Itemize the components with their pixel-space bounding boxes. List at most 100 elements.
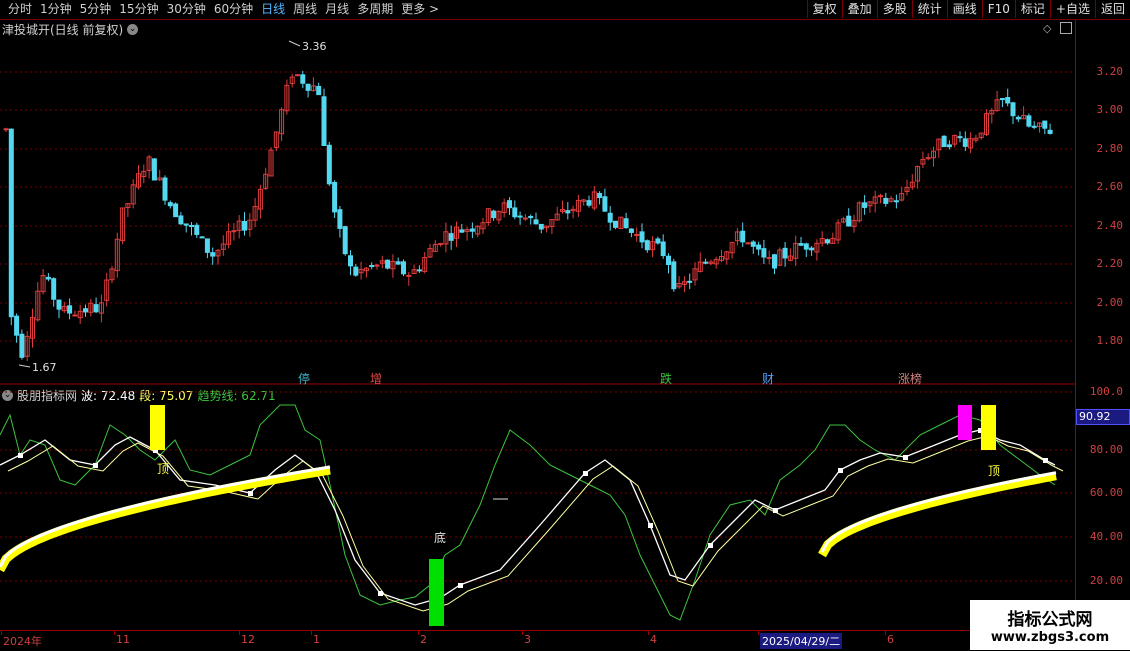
candle-body	[72, 314, 78, 317]
period-tab[interactable]: 15分钟	[115, 2, 162, 17]
date-tick	[114, 631, 115, 635]
candle-body	[750, 241, 756, 247]
tool-button[interactable]: F10	[981, 0, 1015, 18]
current-value-badge: 90.92	[1076, 409, 1130, 425]
price-tick-label: 2.40	[1096, 219, 1124, 232]
tool-button[interactable]: 统计	[911, 0, 947, 18]
tool-button[interactable]: +自选	[1049, 0, 1095, 18]
wave-node	[1043, 458, 1048, 463]
period-tab[interactable]: 月线	[321, 2, 353, 17]
top-marker-label: 顶	[988, 464, 1000, 478]
candle-body	[878, 195, 883, 198]
period-tab[interactable]: 多周期	[353, 2, 397, 17]
candle-body	[1010, 102, 1016, 117]
indicator-chart[interactable]: 顶 顶底	[0, 385, 1130, 630]
candle-body	[597, 192, 603, 199]
price-tick-label: 1.80	[1096, 334, 1124, 347]
tool-button[interactable]: 画线	[946, 0, 982, 18]
date-tick-label: 2	[420, 633, 427, 646]
period-tab[interactable]: 周线	[289, 2, 321, 17]
date-tick-label: 12	[241, 633, 255, 646]
period-tab[interactable]: 日线	[257, 2, 289, 17]
candle-body	[528, 215, 534, 219]
watermark-logo: 指标公式网 www.zbgs3.com	[970, 600, 1130, 650]
period-tab[interactable]: 30分钟	[163, 2, 210, 17]
date-tick	[418, 631, 419, 635]
bottom-marker-label: 底	[434, 530, 446, 545]
date-tick	[311, 631, 312, 635]
candle-body	[56, 299, 62, 310]
tool-button[interactable]: 标记	[1014, 0, 1050, 18]
candle-body	[194, 224, 200, 235]
trend-band-right	[818, 471, 1057, 558]
candle-body	[167, 202, 173, 207]
candle-body	[782, 247, 788, 259]
candle-body	[803, 243, 809, 250]
candle-body	[660, 241, 666, 257]
tool-button[interactable]: 复权	[806, 0, 842, 18]
candle-body	[385, 259, 391, 269]
date-axis: 2024年 11 12 1 2 3 4 2025/04/29/二 6	[0, 630, 1075, 651]
candle-body	[491, 210, 497, 219]
wave-node	[773, 508, 778, 513]
candle-body	[395, 261, 401, 265]
indicator-tick-label: 20.00	[1089, 574, 1123, 587]
indicator-tick-label: 80.00	[1089, 443, 1123, 456]
candle-body	[533, 219, 539, 225]
candle-body	[83, 308, 88, 313]
candle-body	[14, 315, 20, 336]
wave-node	[248, 491, 253, 496]
high-pointer	[288, 40, 301, 47]
candle-body	[300, 74, 306, 84]
candle-body	[469, 228, 475, 232]
candle-body	[756, 244, 762, 250]
wave-node	[903, 455, 908, 460]
candle-body	[1026, 115, 1032, 127]
candle-body	[374, 264, 380, 267]
tool-button[interactable]: 多股	[876, 0, 912, 18]
wave-node	[458, 583, 463, 588]
candle-body	[369, 265, 375, 268]
date-tick	[522, 631, 523, 635]
period-tab[interactable]: 60分钟	[210, 2, 257, 17]
tool-button[interactable]: 叠加	[841, 0, 877, 18]
tool-button[interactable]: 返回	[1094, 0, 1130, 18]
candle-body	[151, 158, 157, 181]
candle-body	[162, 177, 168, 201]
period-tab[interactable]: 1分钟	[36, 2, 76, 17]
top-signal-bar	[981, 405, 996, 450]
candle-body	[957, 136, 963, 139]
candle-body	[962, 138, 968, 147]
wave-node	[838, 468, 843, 473]
candle-body	[1047, 129, 1053, 134]
price-tick-label: 3.20	[1096, 65, 1124, 78]
candle-body	[189, 224, 194, 228]
candle-body	[607, 212, 613, 223]
candle-body	[51, 278, 57, 300]
price-tick-label: 2.00	[1096, 296, 1124, 309]
period-tab[interactable]: 更多 >	[397, 2, 443, 17]
candle-body	[242, 220, 247, 231]
candle-body	[941, 135, 947, 148]
candle-body	[517, 215, 523, 218]
peak-signal-bar	[958, 405, 972, 440]
candle-body	[401, 261, 406, 275]
date-tick-label: 2025/04/29/二	[760, 633, 843, 649]
candle-body	[703, 261, 709, 264]
wave-node	[18, 453, 23, 458]
candle-body	[655, 238, 661, 244]
period-tab[interactable]: 分时	[4, 2, 36, 17]
period-tab[interactable]: 5分钟	[76, 2, 116, 17]
indicator-tick-label: 60.00	[1089, 486, 1123, 499]
candle-body	[893, 200, 899, 203]
date-tick	[648, 631, 649, 635]
candle-body	[772, 254, 777, 269]
candlestick-chart[interactable]: 3.36 1.67	[0, 20, 1130, 385]
tool-buttons: 复权 叠加 多股 统计 画线 F10 标记 +自选 返回	[806, 0, 1130, 18]
candle-body	[1005, 97, 1011, 104]
candle-body	[809, 247, 815, 251]
candle-body	[766, 257, 772, 260]
candle-body	[1015, 116, 1021, 120]
candle-body	[316, 85, 322, 96]
date-tick	[239, 631, 240, 635]
